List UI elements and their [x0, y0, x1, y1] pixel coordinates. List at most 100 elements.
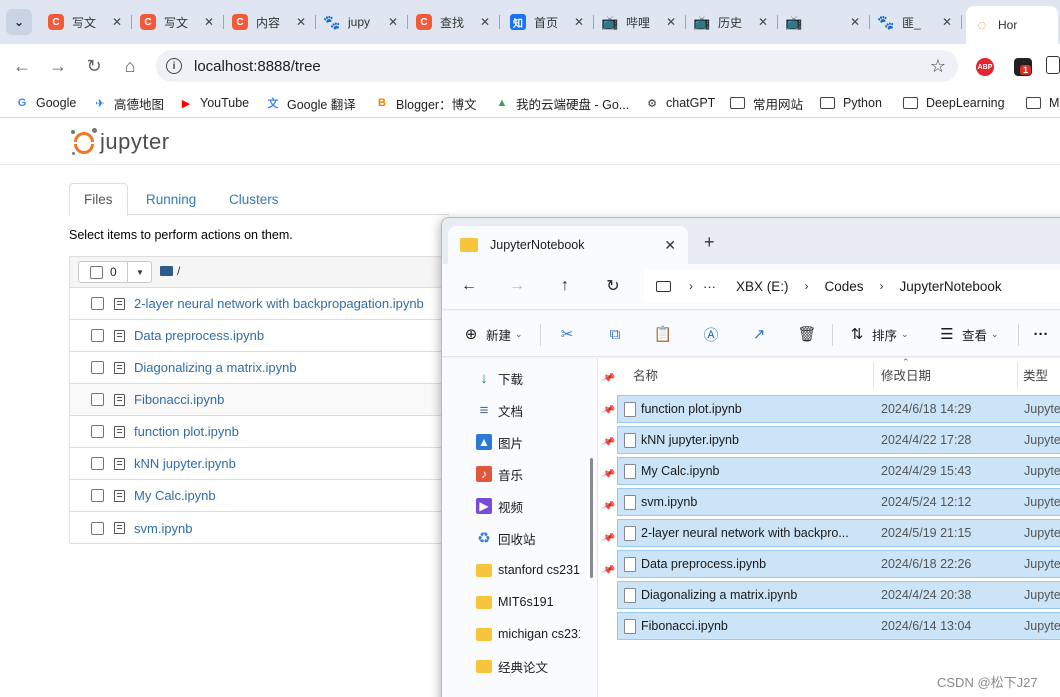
close-tab-icon[interactable]: ✕	[664, 237, 676, 254]
browser-tab[interactable]: ◌ Hor	[966, 6, 1058, 44]
nav-item[interactable]: ▲ 图片 📌	[476, 432, 616, 452]
notebook-row[interactable]: My Calc.ipynb	[70, 480, 448, 512]
copy-button[interactable]: ⧉	[606, 324, 624, 344]
column-type[interactable]: 类型	[1023, 358, 1048, 390]
file-row[interactable]: My Calc.ipynb 2024/4/29 15:43 Jupyter	[617, 457, 1060, 485]
bookmark-translate[interactable]: 文 Google 翻译	[265, 94, 356, 112]
notebook-row[interactable]: kNN jupyter.ipynb	[70, 448, 448, 480]
up-icon[interactable]: ↑	[553, 274, 577, 298]
close-tab-icon[interactable]: ✕	[666, 15, 676, 29]
close-tab-icon[interactable]: ✕	[574, 15, 584, 29]
forward-icon[interactable]: →	[46, 54, 70, 78]
browser-tab[interactable]: 🐾 匪_ ✕	[870, 7, 962, 37]
nav-item[interactable]: ▶ 视频 📌	[476, 496, 616, 516]
close-tab-icon[interactable]: ✕	[112, 15, 122, 29]
nav-item[interactable]: michigan cs231n	[476, 624, 580, 644]
notebook-link[interactable]: My Calc.ipynb	[134, 488, 216, 503]
browser-tab[interactable]: 🐾 jupy ✕	[316, 7, 408, 37]
extension-icon[interactable]: 1	[1014, 58, 1032, 76]
notebook-link[interactable]: svm.ipynb	[134, 521, 193, 536]
new-button[interactable]: ⊕ 新建 ⌄	[462, 324, 523, 344]
bookmark-folder[interactable]: DeepLearning	[903, 94, 1005, 112]
browser-tab[interactable]: 📺 历史 ✕	[686, 7, 778, 37]
path-segment-current[interactable]: JupyterNotebook	[900, 279, 1002, 294]
bookmark-folder[interactable]: 常用网站	[730, 94, 803, 112]
forward-icon[interactable]: →	[505, 274, 529, 298]
sort-button[interactable]: ⇅ 排序 ⌄	[848, 324, 909, 344]
more-options-button[interactable]: ···	[1032, 324, 1050, 344]
view-button[interactable]: ☰ 查看 ⌄	[938, 324, 998, 344]
nav-item[interactable]: 经典论文	[476, 656, 580, 676]
nav-item[interactable]: stanford cs231n 📌	[476, 560, 616, 580]
more-path-icon[interactable]: ···	[703, 279, 716, 294]
browser-tab[interactable]: 📺 哔哩 ✕	[594, 7, 686, 37]
column-date[interactable]: 修改日期	[881, 358, 931, 390]
paste-button[interactable]: 📋	[654, 324, 673, 344]
tab-files[interactable]: Files	[69, 183, 128, 216]
row-checkbox[interactable]	[91, 489, 104, 502]
rename-button[interactable]: Ⓐ	[702, 324, 720, 344]
select-all-control[interactable]: 0 ▼	[78, 261, 152, 283]
nav-item[interactable]: ♻ 回收站 📌	[476, 528, 616, 548]
bookmark-amap[interactable]: ✈ 高德地图	[92, 94, 164, 112]
delete-button[interactable]: 🗑	[797, 324, 816, 344]
notebook-link[interactable]: kNN jupyter.ipynb	[134, 456, 236, 471]
row-checkbox[interactable]	[91, 297, 104, 310]
notebook-link[interactable]: function plot.ipynb	[134, 424, 239, 439]
reload-icon[interactable]: ↻	[82, 54, 106, 78]
site-info-icon[interactable]: i	[166, 58, 182, 74]
notebook-row[interactable]: 2-layer neural network with backpropagat…	[70, 288, 448, 320]
column-name[interactable]: 名称	[633, 358, 658, 390]
bookmark-blogger[interactable]: B Blogger：博文	[374, 94, 477, 112]
close-tab-icon[interactable]: ✕	[850, 15, 860, 29]
close-tab-icon[interactable]: ✕	[388, 15, 398, 29]
notebook-link[interactable]: 2-layer neural network with backpropagat…	[134, 296, 424, 311]
breadcrumb[interactable]: /	[177, 264, 180, 278]
address-bar[interactable]: i localhost:8888/tree ☆	[156, 50, 958, 82]
close-tab-icon[interactable]: ✕	[296, 15, 306, 29]
back-icon[interactable]: ←	[10, 54, 34, 78]
notebook-link[interactable]: Fibonacci.ipynb	[134, 392, 224, 407]
bookmark-star-icon[interactable]: ☆	[930, 56, 946, 77]
back-icon[interactable]: ←	[457, 274, 481, 298]
file-row[interactable]: svm.ipynb 2024/5/24 12:12 Jupyter	[617, 488, 1060, 516]
file-row[interactable]: Diagonalizing a matrix.ipynb 2024/4/24 20…	[617, 581, 1060, 609]
browser-tab[interactable]: 📺 ✕	[778, 7, 870, 37]
nav-item[interactable]: MIT6s191	[476, 592, 580, 612]
extensions-menu-icon[interactable]	[1046, 56, 1060, 74]
notebook-row[interactable]: Diagonalizing a matrix.ipynb	[70, 352, 448, 384]
select-all-checkbox[interactable]	[90, 265, 103, 279]
browser-tab[interactable]: C 写文 ✕	[132, 7, 224, 37]
file-row[interactable]: Data preprocess.ipynb 2024/6/18 22:26 Jupy…	[617, 550, 1060, 578]
new-tab-icon[interactable]: +	[704, 232, 715, 253]
navigation-scrollbar[interactable]	[590, 458, 593, 578]
notebook-row[interactable]: Fibonacci.ipynb	[70, 384, 448, 416]
path-segment-drive[interactable]: XBX (E:)	[736, 279, 789, 294]
nav-item[interactable]: ↓ 下载 📌	[476, 368, 616, 388]
bookmark-openai[interactable]: ⚙ chatGPT	[644, 94, 715, 112]
file-row[interactable]: function plot.ipynb 2024/6/18 14:29 Jupyte…	[617, 395, 1060, 423]
notebook-row[interactable]: function plot.ipynb	[70, 416, 448, 448]
tab-running[interactable]: Running	[132, 183, 210, 215]
close-tab-icon[interactable]: ✕	[758, 15, 768, 29]
browser-tab[interactable]: 知首页 ✕	[502, 7, 594, 37]
browser-tab[interactable]: C 内容 ✕	[224, 7, 316, 37]
file-row[interactable]: kNN jupyter.ipynb 2024/4/22 17:28 Jupyter	[617, 426, 1060, 454]
notebook-row[interactable]: Data preprocess.ipynb	[70, 320, 448, 352]
browser-tab[interactable]: C 查找 ✕	[408, 7, 500, 37]
selection-dropdown-icon[interactable]: ▼	[127, 262, 152, 282]
explorer-tab[interactable]: JupyterNotebook ✕	[448, 226, 688, 264]
notebook-link[interactable]: Data preprocess.ipynb	[134, 328, 264, 343]
nav-item[interactable]: ♪ 音乐 📌	[476, 464, 616, 484]
nav-item[interactable]: ≡ 文档 📌	[476, 400, 616, 420]
notebook-link[interactable]: Diagonalizing a matrix.ipynb	[134, 360, 297, 375]
share-button[interactable]: ↗	[750, 324, 768, 344]
row-checkbox[interactable]	[91, 425, 104, 438]
bookmark-drive[interactable]: ▲ 我的云端硬盘 - Go...	[494, 94, 630, 112]
file-row[interactable]: 2-layer neural network with backpro... 20…	[617, 519, 1060, 547]
browser-tab[interactable]: C 写文 ✕	[40, 7, 132, 37]
cut-button[interactable]: ✂	[558, 324, 576, 344]
row-checkbox[interactable]	[91, 329, 104, 342]
row-checkbox[interactable]	[91, 393, 104, 406]
file-row[interactable]: Fibonacci.ipynb 2024/6/14 13:04 Jupyter	[617, 612, 1060, 640]
